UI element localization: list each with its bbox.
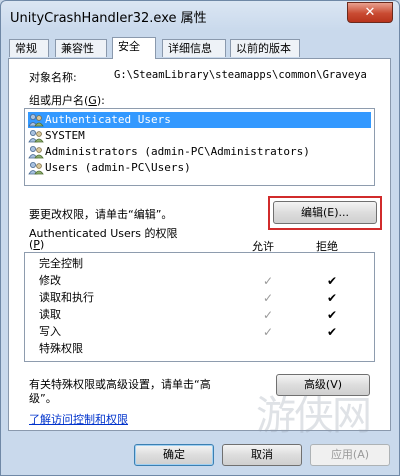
title-bar[interactable]: UnityCrashHandler32.exe 属性 ✕ <box>1 1 399 29</box>
permission-row-read: 读取 ✓ ✔ <box>39 307 369 323</box>
groups-label-accel: G <box>88 94 97 107</box>
properties-window: UnityCrashHandler32.exe 属性 ✕ 常规 兼容性 安全 详… <box>0 0 400 476</box>
window-title: UnityCrashHandler32.exe 属性 <box>10 11 207 26</box>
permission-row-full-control: 完全控制 <box>39 256 369 272</box>
groups-label-end: ): <box>96 94 105 107</box>
close-button[interactable]: ✕ <box>347 2 393 23</box>
apply-button[interactable]: 应用(A) <box>310 444 390 466</box>
user-name: Authenticated Users <box>45 113 171 126</box>
deny-check-icon: ✔ <box>326 291 338 305</box>
users-group-icon <box>28 114 44 127</box>
perm-header-close: ) <box>39 238 45 251</box>
allow-check-icon: ✓ <box>262 274 274 288</box>
user-name: Users (admin-PC\Users) <box>45 161 191 174</box>
change-permission-hint: 要更改权限，请单击“编辑”。 <box>29 208 173 221</box>
user-item-users[interactable]: Users (admin-PC\Users) <box>28 160 371 176</box>
permission-name: 特殊权限 <box>39 342 83 355</box>
tab-general[interactable]: 常规 <box>9 39 49 57</box>
permission-row-write: 写入 ✓ ✔ <box>39 324 369 340</box>
user-name: Administrators (admin-PC\Administrators) <box>45 145 310 158</box>
permission-name: 修改 <box>39 274 61 287</box>
groups-label: 组或用户名(G): <box>29 92 105 108</box>
user-item-system[interactable]: SYSTEM <box>28 128 371 144</box>
permissions-list: 完全控制 修改 ✓ ✔ 读取和执行 ✓ ✔ 读取 ✓ ✔ 写入 ✓ ✔ 特殊权限 <box>24 252 375 362</box>
permissions-header-line1: Authenticated Users 的权限 <box>29 227 178 240</box>
allow-check-icon: ✓ <box>262 291 274 305</box>
allow-check-icon: ✓ <box>262 325 274 339</box>
user-listbox[interactable]: Authenticated Users SYSTEM Administrator… <box>24 108 375 186</box>
permission-name: 读取 <box>39 308 61 321</box>
tab-security[interactable]: 安全 <box>112 37 156 59</box>
highlight-box <box>268 196 382 230</box>
user-item-authenticated-users[interactable]: Authenticated Users <box>28 112 371 128</box>
learn-access-control-link[interactable]: 了解访问控制和权限 <box>29 411 128 427</box>
permission-name: 完全控制 <box>39 257 83 270</box>
perm-header-accel: P <box>33 238 40 251</box>
object-name-value: G:\SteamLibrary\steamapps\common\Graveya <box>114 69 367 81</box>
tab-compatibility[interactable]: 兼容性 <box>55 39 107 57</box>
allow-check-icon: ✓ <box>262 308 274 322</box>
advanced-hint-line2: 级”。 <box>29 392 57 405</box>
groups-label-text: 组或用户名( <box>29 94 89 107</box>
permission-row-modify: 修改 ✓ ✔ <box>39 273 369 289</box>
user-item-administrators[interactable]: Administrators (admin-PC\Administrators) <box>28 144 371 160</box>
permission-name: 写入 <box>39 325 61 338</box>
object-name-label: 对象名称: <box>29 71 77 84</box>
users-group-icon <box>28 162 44 175</box>
deny-check-icon: ✔ <box>326 274 338 288</box>
user-name: SYSTEM <box>45 129 85 142</box>
tab-details[interactable]: 详细信息 <box>162 39 226 57</box>
permission-row-read-execute: 读取和执行 ✓ ✔ <box>39 290 369 306</box>
cancel-button[interactable]: 取消 <box>222 444 302 466</box>
permission-row-special: 特殊权限 <box>39 341 369 357</box>
ok-button[interactable]: 确定 <box>134 444 214 466</box>
permission-name: 读取和执行 <box>39 291 94 304</box>
deny-check-icon: ✔ <box>326 308 338 322</box>
permissions-header-line2: (P) <box>29 238 44 251</box>
users-group-icon <box>28 130 44 143</box>
watermark-logo: 游侠网 <box>256 393 372 439</box>
deny-check-icon: ✔ <box>326 325 338 339</box>
users-group-icon <box>28 146 44 159</box>
tab-previous-versions[interactable]: 以前的版本 <box>230 39 300 57</box>
